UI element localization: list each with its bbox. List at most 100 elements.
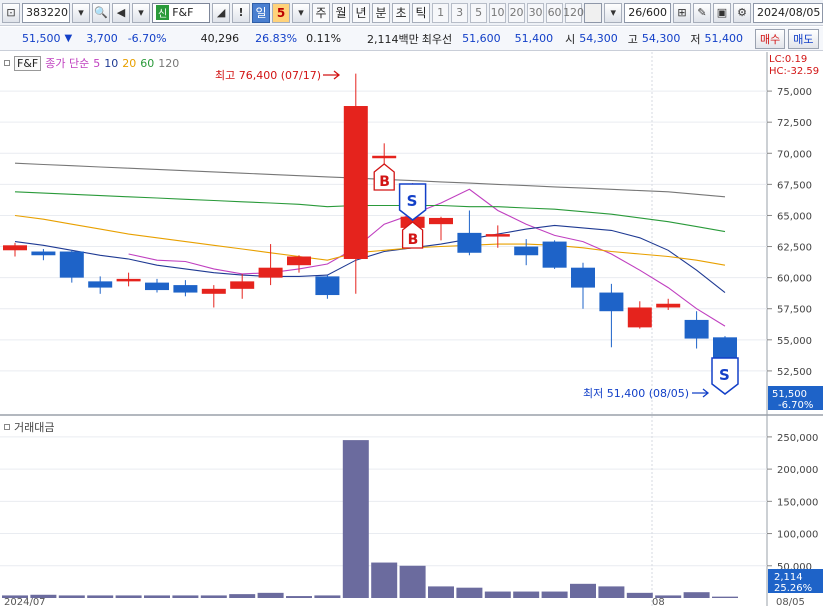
price-tick-label: 75,000 [777, 87, 812, 98]
current-price-label: 51,500 [772, 389, 807, 400]
timeframe-dropdown-icon[interactable]: ▾ [292, 2, 311, 23]
candle-body [343, 106, 368, 259]
candle-body [485, 234, 510, 237]
volume-bar [144, 595, 170, 598]
timeframe-year-tab[interactable]: 년 [352, 2, 371, 23]
timeframe-tick-tab[interactable]: 틱 [412, 2, 431, 23]
custom-period-dropdown-icon[interactable]: ▾ [604, 2, 623, 23]
period-20-button[interactable]: 20 [508, 2, 526, 23]
volume-bar [257, 592, 284, 598]
legend-ma-label: 종가 단순 [45, 57, 90, 70]
volume-bar [342, 440, 369, 598]
stock-code-input[interactable]: 383220 [22, 2, 70, 23]
sell-signal-label: S [719, 366, 730, 384]
high-label: 고 [627, 32, 638, 46]
timeframe-value[interactable]: 5 [272, 2, 291, 23]
volume-bar [456, 587, 483, 598]
open-label: 시 [565, 32, 576, 46]
x-label-month: 08 [652, 597, 665, 606]
buy-button[interactable]: 매수 [755, 28, 786, 49]
date-field[interactable]: 2024/08/05 [753, 2, 823, 23]
bar-count-total: /600 [642, 6, 667, 19]
x-label-start: 2024/07 [4, 597, 46, 606]
period-30-button[interactable]: 30 [527, 2, 545, 23]
best-sell-price: 51,600 [462, 32, 501, 45]
high-annotation: 최고 76,400 (07/17) [215, 69, 321, 82]
period-60-button[interactable]: 60 [546, 2, 564, 23]
candle-body [656, 303, 681, 308]
current-change-label: -6.70% [778, 400, 813, 411]
volume-bar [598, 586, 625, 598]
best-buy-price: 51,400 [514, 32, 554, 45]
save-icon[interactable]: ▣ [713, 2, 731, 23]
candle-body [599, 292, 624, 312]
current-volume-label: 2,114 [774, 572, 803, 583]
stock-name-field[interactable]: 신 F&F [152, 2, 211, 23]
candle-body [116, 278, 141, 282]
volume-legend-toggle-icon[interactable] [4, 424, 10, 430]
candle-body [457, 232, 482, 253]
candle-body [627, 307, 652, 328]
legend-toggle-icon[interactable] [4, 60, 10, 66]
legend-ma-10: 10 [104, 56, 119, 70]
hc-value: HC:-32.59 [769, 66, 820, 77]
volume-bar [399, 565, 426, 598]
volume-bar [58, 595, 85, 598]
volume-tick-label: 250,000 [777, 433, 818, 444]
price-tick-label: 65,000 [777, 211, 812, 222]
price-tick-label: 55,000 [777, 336, 812, 347]
price-axis-ticks: 75,000 72,500 70,000 67,500 65,000 62,500 60,0… [767, 87, 812, 378]
panel-toggle-icon[interactable]: ⊡ [2, 2, 20, 23]
period-1-button[interactable]: 1 [432, 2, 450, 23]
candle-body [59, 251, 84, 278]
candle-body [145, 282, 169, 291]
trade-amount: 2,114백만 [367, 32, 419, 46]
sound-icon[interactable]: ◀ [112, 2, 130, 23]
current-price: 51,500 [22, 32, 61, 45]
candle-body [88, 281, 113, 288]
search-icon[interactable]: 🔍 [92, 2, 110, 23]
volume-bar [314, 595, 341, 598]
volume-bar [683, 592, 710, 598]
stock-name: F&F [172, 6, 194, 19]
volume-axis-ticks: 250,000200,000150,000100,00050,000 [767, 433, 818, 573]
volume-bar [200, 595, 227, 598]
candle-body [571, 267, 595, 288]
legend-ma-120: 120 [158, 56, 180, 70]
custom-period-field[interactable] [584, 2, 603, 23]
chart-tools-icon[interactable]: ✎ [693, 2, 711, 23]
price-tick-label: 60,000 [777, 274, 812, 285]
sell-signal-label: S [407, 192, 418, 210]
period-5-button[interactable]: 5 [470, 2, 488, 23]
price-volume-chart[interactable]: B S B S 75,000 72,500 70,000 67,500 65,000 62,50… [0, 52, 823, 606]
timeframe-second-tab[interactable]: 초 [392, 2, 411, 23]
chart-add-icon[interactable]: ⊞ [673, 2, 691, 23]
timeframe-month-tab[interactable]: 월 [332, 2, 351, 23]
candle-body [287, 256, 311, 266]
period-3-button[interactable]: 3 [451, 2, 469, 23]
timeframe-day-tab[interactable]: 일 [252, 2, 271, 23]
code-dropdown-icon[interactable]: ▾ [72, 2, 90, 23]
alert-button[interactable]: ! [232, 2, 251, 23]
period-10-button[interactable]: 10 [489, 2, 507, 23]
price-change-pct: -6.70% [127, 32, 167, 45]
price-tick-label: 67,500 [777, 180, 812, 191]
price-change: 3,700 [86, 32, 118, 45]
legend-ma-20: 20 [122, 56, 137, 70]
sell-button[interactable]: 매도 [788, 28, 819, 49]
legend-symbol[interactable]: F&F [14, 55, 42, 71]
x-label-end: 08/05 [776, 597, 805, 606]
timeframe-minute-tab[interactable]: 분 [372, 2, 391, 23]
sound-dropdown-icon[interactable]: ▾ [132, 2, 150, 23]
name-dropdown-icon[interactable]: ◢ [212, 2, 231, 23]
candle-body [315, 276, 340, 296]
period-120-button[interactable]: 120 [563, 2, 584, 23]
settings-gear-icon[interactable]: ⚙ [733, 2, 751, 23]
volume-bar [428, 586, 454, 598]
low-label: 저 [690, 32, 701, 46]
bar-count-field[interactable]: 26/600 [624, 2, 671, 23]
ratio-value: 0.11% [306, 32, 342, 45]
timeframe-week-tab[interactable]: 주 [312, 2, 331, 23]
volume-bar [172, 595, 199, 598]
down-arrow-icon: ▼ [64, 33, 73, 44]
